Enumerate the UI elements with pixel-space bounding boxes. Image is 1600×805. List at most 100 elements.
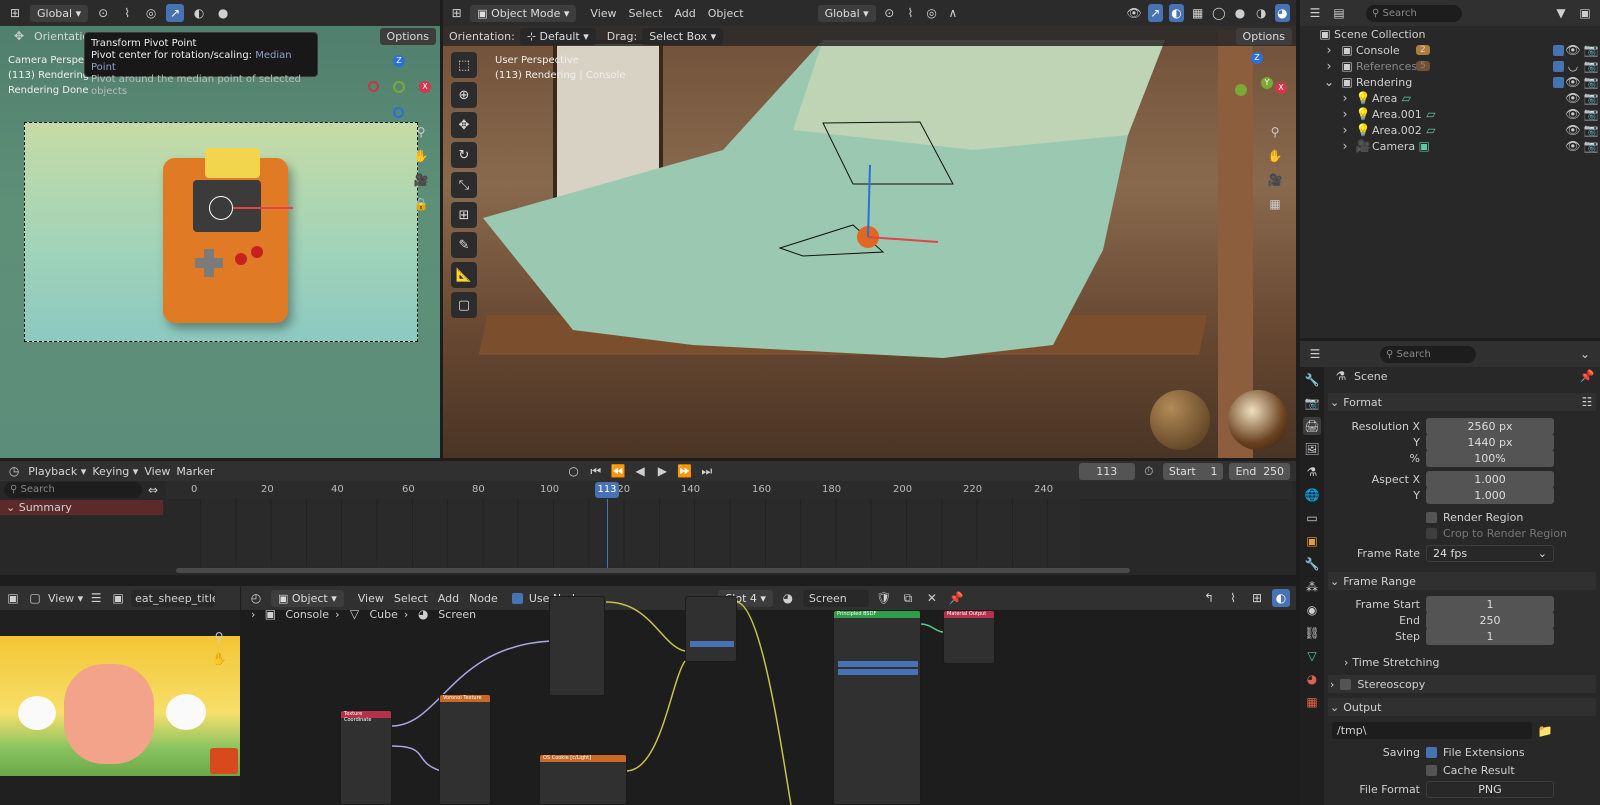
options-button[interactable]: Options	[1235, 28, 1292, 45]
resolution-percent-slider[interactable]: 100%	[1426, 450, 1554, 467]
timeline-scrollbar[interactable]	[176, 568, 1130, 573]
outliner-item-area[interactable]: › 💡 Area ▱ 👁 📷	[1300, 90, 1600, 106]
transform-orientation-dropdown[interactable]: Global ▾	[30, 4, 89, 22]
mix-node[interactable]	[685, 596, 737, 662]
chevron-down-icon[interactable]: ⌄	[1576, 345, 1594, 363]
resolution-x-field[interactable]: 2560 px	[1426, 418, 1554, 435]
editor-type-icon[interactable]: ☰	[1306, 345, 1324, 363]
add-cube-icon[interactable]: ▢	[451, 292, 477, 318]
new-collection-icon[interactable]: ▣	[1576, 4, 1594, 22]
editor-type-icon[interactable]: ▣	[4, 589, 22, 607]
main-viewport[interactable]: ⊞ ▣ Object Mode ▾ View Select Add Object…	[443, 0, 1296, 458]
summary-channel[interactable]: ⌄ Summary	[0, 500, 163, 515]
eye-icon[interactable]: 👁	[1564, 137, 1582, 155]
aspect-y-field[interactable]: 1.000	[1426, 487, 1554, 504]
menu-object[interactable]: Object	[708, 7, 744, 20]
principled-bsdf-node[interactable]: Principled BSDF	[833, 610, 921, 805]
scene-collection-row[interactable]: ▣ Scene Collection	[1300, 26, 1600, 42]
prev-keyframe-icon[interactable]: ⏪	[610, 462, 626, 480]
camera-viewport[interactable]: ⊞ Global ▾ ⊙ ⌇ ◎ ↗ ◐ ● ✥ Orientation Opt…	[0, 0, 440, 458]
camera-icon[interactable]: 📷	[1582, 137, 1600, 155]
falloff-icon[interactable]: ∧	[945, 4, 960, 22]
annotate-icon[interactable]: ✎	[451, 232, 477, 258]
object-tab-icon[interactable]: ▣	[1303, 532, 1321, 550]
outliner-item-area001[interactable]: › 💡 Area.001 ▱ 👁 📷	[1300, 106, 1600, 122]
display-mode-icon[interactable]: ▤	[1330, 4, 1348, 22]
data-tab-icon[interactable]: ▽	[1303, 647, 1321, 665]
camera-view-icon[interactable]: 🎥	[1266, 171, 1284, 189]
menu-select[interactable]: Select	[629, 7, 663, 20]
include-checkbox[interactable]	[1553, 60, 1564, 72]
marker-menu[interactable]: Marker	[176, 465, 214, 478]
cursor-icon[interactable]: ⊕	[451, 82, 477, 108]
play-reverse-icon[interactable]: ◀	[632, 462, 648, 480]
editor-type-icon[interactable]: ⊞	[6, 4, 24, 22]
swap-icon[interactable]: ⇔	[144, 481, 162, 499]
properties-search[interactable]: ⚲ Search	[1380, 345, 1476, 363]
filter-icon[interactable]: ▼	[1552, 4, 1570, 22]
outliner-search[interactable]: ⚲ Search	[1366, 4, 1462, 22]
shading-rendered-icon[interactable]: ◕	[1274, 4, 1290, 22]
visibility-icon[interactable]: 👁	[1126, 4, 1141, 22]
gizmo-toggle-icon[interactable]: ↗	[166, 4, 185, 22]
pivot-point-icon[interactable]: ⊙	[882, 4, 897, 22]
zoom-icon[interactable]: ⚲	[210, 628, 228, 646]
select-box-icon[interactable]: ⬚	[451, 52, 477, 78]
editor-type-icon[interactable]: ☰	[1306, 4, 1324, 22]
resolution-y-field[interactable]: 1440 px	[1426, 434, 1554, 451]
orientation-dropdown[interactable]: ⊹ Default ▾	[519, 27, 596, 45]
osl-script-node[interactable]: OS Cookie [c/Light]	[539, 754, 627, 805]
output-tab-icon[interactable]: 🖨	[1303, 417, 1321, 435]
constraints-tab-icon[interactable]: ⛓	[1303, 624, 1321, 642]
zoom-icon[interactable]: ⚲	[412, 123, 430, 141]
frame-step-field[interactable]: 1	[1426, 628, 1554, 645]
tool-tab-icon[interactable]: 🔧	[1303, 371, 1321, 389]
time-stretching-subpanel[interactable]: › Time Stretching	[1328, 653, 1596, 671]
image-browse-icon[interactable]: ▣	[109, 589, 127, 607]
cache-result-row[interactable]: Cache Result	[1328, 761, 1596, 779]
pin-icon[interactable]: 📌	[1578, 367, 1596, 385]
pan-hand-icon[interactable]: ✋	[412, 147, 430, 165]
clock-icon[interactable]: ◷	[6, 462, 22, 480]
view-menu[interactable]: View ▾	[48, 592, 83, 605]
render-tab-icon[interactable]: 📷	[1303, 394, 1321, 412]
editor-type-icon[interactable]: ⊞	[449, 4, 464, 22]
pan-hand-icon[interactable]: ✋	[1266, 147, 1284, 165]
proportional-edit-icon[interactable]: ◎	[142, 4, 160, 22]
rotate-tool-icon[interactable]: ↻	[451, 142, 477, 168]
snap-icon[interactable]: ⌇	[118, 4, 136, 22]
playback-menu[interactable]: Playback ▾	[28, 465, 86, 478]
move-tool-icon[interactable]: ✥	[451, 112, 477, 138]
gizmo-toggle-icon[interactable]: ↗	[1147, 4, 1163, 22]
outliner-item-console[interactable]: › ▣ Console 2 👁 📷	[1300, 42, 1600, 58]
timeline-search[interactable]: ⚲ Search	[4, 482, 142, 498]
overlay-icon[interactable]: ◐	[190, 4, 208, 22]
next-keyframe-icon[interactable]: ⏩	[676, 462, 692, 480]
frame-end-field[interactable]: 250	[1426, 612, 1554, 629]
outliner-item-area002[interactable]: › 💡 Area.002 ▱ 👁 📷	[1300, 122, 1600, 138]
shading-material-icon[interactable]: ◑	[1254, 4, 1269, 22]
options-button[interactable]: Options	[379, 28, 436, 45]
aspect-x-field[interactable]: 1.000	[1426, 471, 1554, 488]
frame-start-field[interactable]: 1	[1426, 596, 1554, 613]
snap-icon[interactable]: ⌇	[903, 4, 918, 22]
file-extensions-checkbox[interactable]	[1426, 746, 1437, 758]
modifier-tab-icon[interactable]: 🔧	[1303, 555, 1321, 573]
transform-tool-icon[interactable]: ⊞	[451, 202, 477, 228]
collection-tab-icon[interactable]: ▭	[1303, 509, 1321, 527]
texture-coordinate-node[interactable]: Texture Coordinate	[340, 710, 392, 805]
stereoscopy-panel-header[interactable]: › Stereoscopy	[1328, 675, 1596, 693]
hamburger-icon[interactable]: ☰	[87, 589, 105, 607]
crop-region-row[interactable]: Crop to Render Region	[1328, 524, 1596, 542]
camera-view-icon[interactable]: 🎥	[412, 171, 430, 189]
output-panel-header[interactable]: ⌄ Output	[1328, 698, 1596, 716]
world-tab-icon[interactable]: 🌐	[1303, 486, 1321, 504]
drag-dropdown[interactable]: Select Box ▾	[642, 27, 724, 45]
file-format-dropdown[interactable]: PNG	[1426, 781, 1554, 798]
stopwatch-icon[interactable]: ⏱	[1141, 462, 1157, 480]
menu-add[interactable]: Add	[674, 7, 695, 20]
playhead-handle[interactable]: 113	[595, 482, 619, 498]
shading-solid-icon[interactable]: ●	[1232, 4, 1247, 22]
math-node[interactable]	[549, 596, 605, 696]
include-checkbox[interactable]	[1553, 76, 1564, 88]
